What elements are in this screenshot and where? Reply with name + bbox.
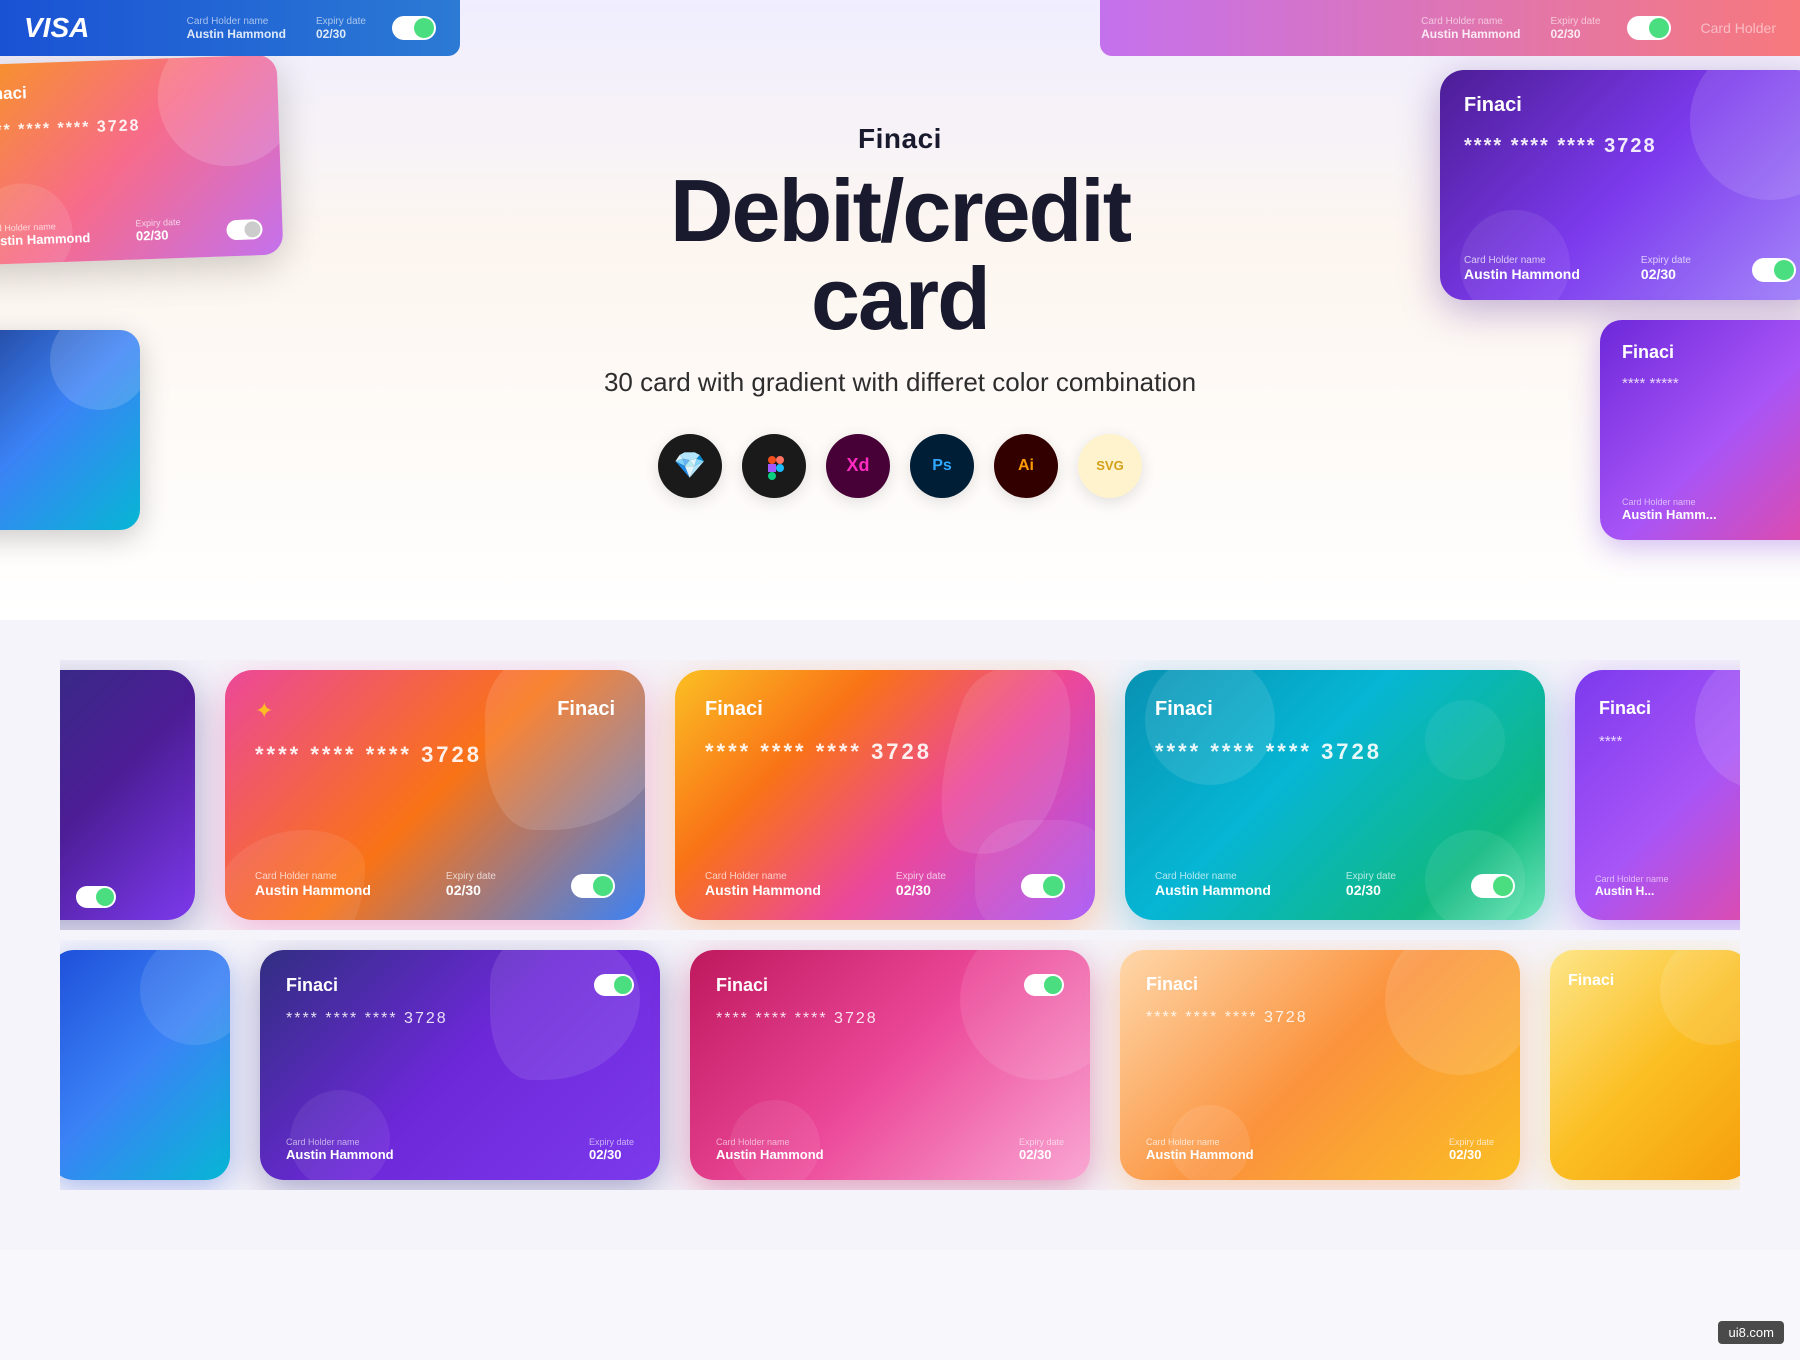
sun-icon-card1: ✦ [255, 698, 273, 724]
hero-title: Debit/creditcard [604, 167, 1196, 343]
toggle-card1[interactable] [571, 874, 615, 898]
card-mid-left: 728 [0, 330, 140, 530]
toggle-card3[interactable] [1471, 874, 1515, 898]
cards-row-2: Finaci **** **** **** 3728 Card Holder n… [60, 940, 1740, 1190]
top-right-strip: Card Holder name Austin Hammond Expiry d… [1100, 0, 1800, 56]
card-partial-left: 8 [60, 670, 195, 920]
visa-label: VISA [24, 12, 89, 44]
toggle-card2[interactable] [1021, 874, 1065, 898]
toggle-left[interactable] [226, 219, 263, 240]
visa-top-strip: VISA Card Holder name Austin Hammond Exp… [0, 0, 460, 56]
hero-subtitle: 30 card with gradient with differet colo… [604, 367, 1196, 398]
photoshop-icon[interactable]: Ps [910, 434, 974, 498]
expiry-label-top: Expiry date [316, 16, 366, 27]
toggle-partial[interactable] [76, 886, 116, 908]
hero-brand: Finaci [604, 123, 1196, 155]
top-section: VISA Card Holder name Austin Hammond Exp… [0, 0, 1800, 620]
toggle-top-right[interactable] [1627, 16, 1671, 40]
watermark: ui8.com [1718, 1321, 1784, 1344]
card-mid-right: Finaci **** ***** Card Holder name Austi… [1600, 320, 1800, 540]
card-1: ✦ Finaci **** **** **** 3728 Card Holder… [225, 670, 645, 920]
expiry-value-top: 02/30 [316, 27, 366, 41]
bottom-section: 8 ✦ Finaci **** **** **** 3728 Card Hold… [0, 620, 1800, 1250]
card-left-top: Finaci **** **** **** 3728 Card Holder n… [0, 54, 283, 265]
card-partial-right-2: Finaci [1550, 950, 1740, 1180]
toggle-bottom1[interactable] [594, 974, 634, 996]
toggle-top[interactable] [392, 16, 436, 40]
card-partial-left-2 [60, 950, 230, 1180]
tool-icons: 💎 Xd Ps Ai SVG [604, 434, 1196, 498]
hero-text: Finaci Debit/creditcard 30 card with gra… [604, 123, 1196, 498]
cards-row-1: 8 ✦ Finaci **** **** **** 3728 Card Hold… [60, 660, 1740, 930]
figma-icon[interactable] [742, 434, 806, 498]
card-holder-label-top: Card Holder name [187, 16, 286, 27]
toggle-bottom2[interactable] [1024, 974, 1064, 996]
card-2: Finaci **** **** **** 3728 Card Holder n… [675, 670, 1095, 920]
card-bottom-1: Finaci **** **** **** 3728 Card Holder n… [260, 950, 660, 1180]
card-bottom-3: Finaci **** **** **** 3728 Card Holder n… [1120, 950, 1520, 1180]
sketch-icon[interactable]: 💎 [658, 434, 722, 498]
card-partial-right: Finaci **** Card Holder name Austin H... [1575, 670, 1740, 920]
toggle-right-top[interactable] [1752, 258, 1796, 282]
svg-icon[interactable]: SVG [1078, 434, 1142, 498]
card-bottom-2: Finaci **** **** **** 3728 Card Holder n… [690, 950, 1090, 1180]
xd-icon[interactable]: Xd [826, 434, 890, 498]
card-right-top: Finaci **** **** **** 3728 Card Holder n… [1440, 70, 1800, 300]
card-holder-name-top: Austin Hammond [187, 27, 286, 41]
card-3: Finaci **** **** **** 3728 Card Holder n… [1125, 670, 1545, 920]
illustrator-icon[interactable]: Ai [994, 434, 1058, 498]
